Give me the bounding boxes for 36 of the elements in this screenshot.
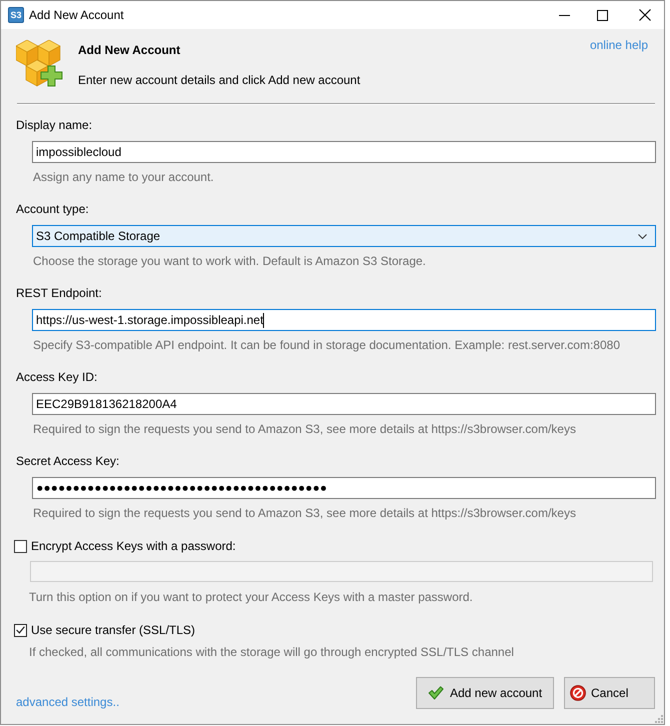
field-label: Display name: [16, 117, 94, 133]
field-hint: Assign any name to your account. [33, 169, 215, 185]
text-field[interactable]: https://us-west-1.storage.impossibleapi.net [32, 309, 656, 331]
header-subtitle: Enter new account details and click Add new account [78, 72, 360, 88]
field-hint: Specify S3-compatible API endpoint. It can be found in storage documentation. Example: rest.server.com:8080 [33, 337, 622, 353]
field-label: Access Key ID: [16, 369, 98, 385]
text-field[interactable]: EEC29B918136218200A4 [32, 393, 656, 415]
option-hint: Turn this option on if you want to protect your Access Keys with a master password. [29, 589, 474, 605]
no-entry-icon [570, 685, 586, 701]
checkmark-icon [16, 626, 25, 634]
option-hint: If checked, all communications with the storage will go through encrypted SSL/TLS channel [29, 644, 515, 660]
minimize-icon[interactable] [559, 14, 570, 16]
field-label: Account type: [16, 201, 90, 217]
checkbox[interactable] [14, 624, 27, 636]
text-cursor-icon [263, 312, 264, 328]
field-hint: Required to sign the requests you send to Amazon S3, see more details at https://s3browser.com/keys [33, 505, 577, 521]
boxes-add-icon [16, 40, 64, 88]
checkbox-label[interactable]: Encrypt Access Keys with a password: [31, 538, 236, 554]
checkmark-icon [428, 686, 444, 700]
header-title: Add New Account [78, 42, 182, 58]
maximize-icon[interactable] [597, 10, 608, 20]
field-hint: Required to sign the requests you send to Amazon S3, see more details at https://s3browser.com/keys [33, 421, 577, 437]
text-field[interactable]: impossiblecloud [32, 141, 656, 163]
close-icon[interactable] [639, 9, 651, 21]
cancel-button[interactable]: Cancel [564, 677, 655, 709]
resize-grip-icon[interactable] [655, 715, 663, 723]
field-hint: Choose the storage you want to work with. Default is Amazon S3 Storage. [33, 253, 427, 269]
chevron-down-icon [638, 234, 647, 238]
field-label: REST Endpoint: [16, 285, 103, 301]
dropdown[interactable]: S3 Compatible Storage [32, 225, 656, 247]
window-title: Add New Account [29, 8, 124, 22]
add-account-button[interactable]: Add new account [416, 677, 554, 709]
checkbox[interactable] [14, 540, 27, 552]
field-label: Secret Access Key: [16, 453, 120, 469]
app-logo: S3 [8, 7, 24, 23]
checkbox-label[interactable]: Use secure transfer (SSL/TLS) [31, 622, 196, 638]
